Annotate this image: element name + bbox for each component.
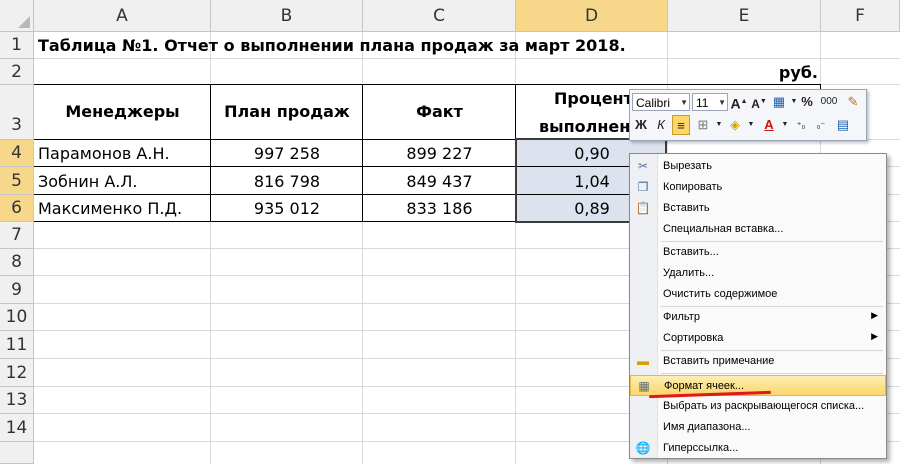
header-percent-line2[interactable]: выполнени: [539, 117, 642, 136]
header-fact[interactable]: Факт: [363, 102, 516, 121]
menu-item-delete[interactable]: Удалить...: [630, 263, 886, 284]
chevron-right-icon: ▶: [871, 310, 878, 320]
row-header-15[interactable]: [0, 442, 34, 464]
align-center-icon[interactable]: ≡: [672, 115, 690, 135]
shrink-font-button[interactable]: A▼: [750, 92, 768, 112]
menu-item-filter[interactable]: Фильтр ▶: [630, 307, 886, 328]
comment-icon: ▬: [637, 354, 649, 368]
row-header-8[interactable]: 8: [0, 249, 34, 276]
format-painter-icon[interactable]: ✎: [844, 92, 862, 112]
chevron-down-icon[interactable]: ▼: [742, 115, 760, 135]
unit-label[interactable]: руб.: [668, 63, 818, 82]
menu-item-pick-from-list[interactable]: Выбрать из раскрывающегося списка...: [630, 396, 886, 417]
font-size-value: 11: [696, 96, 709, 110]
table-cell[interactable]: Зобнин А.Л.: [38, 172, 137, 191]
font-size-select[interactable]: 11 ▼: [692, 93, 728, 111]
header-plan[interactable]: План продаж: [211, 102, 363, 121]
merge-center-icon[interactable]: ▤: [834, 115, 852, 135]
column-header-e[interactable]: E: [668, 0, 821, 32]
row-header-9[interactable]: 9: [0, 276, 34, 304]
column-header-a[interactable]: A: [34, 0, 211, 32]
font-name-select[interactable]: Calibri ▼: [632, 93, 690, 111]
percent-style-button[interactable]: %: [798, 92, 816, 112]
menu-item-sort[interactable]: Сортировка ▶: [630, 328, 886, 349]
header-percent[interactable]: Процент: [554, 89, 633, 108]
italic-button[interactable]: К: [652, 115, 670, 135]
column-header-f[interactable]: F: [821, 0, 900, 32]
context-menu: ✂ Вырезать ❐ Копировать 📋 Вставить Специ…: [629, 153, 887, 459]
column-header-d[interactable]: D: [516, 0, 668, 32]
menu-item-name-range[interactable]: Имя диапазона...: [630, 417, 886, 438]
row-header-6[interactable]: 6: [0, 195, 34, 222]
row-header-12[interactable]: 12: [0, 359, 34, 387]
row-header-2[interactable]: 2: [0, 59, 34, 85]
row-header-3[interactable]: 3: [0, 85, 34, 140]
row-header-5[interactable]: 5: [0, 167, 34, 195]
table-cell[interactable]: 935 012: [211, 199, 363, 218]
globe-icon: 🌐: [635, 441, 651, 455]
font-name-value: Calibri: [636, 96, 671, 110]
menu-item-hyperlink[interactable]: 🌐 Гиперссылка...: [630, 438, 886, 459]
increase-decimal-icon[interactable]: ⁺₀: [792, 115, 810, 135]
row-header-13[interactable]: 13: [0, 387, 34, 414]
chevron-down-icon: ▼: [680, 98, 688, 107]
table-cell[interactable]: 833 186: [363, 199, 516, 218]
paste-icon: 📋: [635, 201, 651, 215]
scissors-icon: ✂: [637, 159, 649, 173]
decrease-decimal-icon[interactable]: ₀⁻: [812, 115, 830, 135]
bold-button[interactable]: Ж: [632, 115, 650, 135]
column-header-c[interactable]: C: [363, 0, 516, 32]
format-cells-icon: ▦: [638, 379, 650, 393]
menu-item-clear-contents[interactable]: Очистить содержимое: [630, 284, 886, 305]
table-title[interactable]: Таблица №1. Отчет о выполнении плана про…: [38, 36, 626, 55]
chevron-down-icon: ▼: [718, 98, 726, 107]
row-header-14[interactable]: 14: [0, 414, 34, 442]
chevron-right-icon: ▶: [871, 331, 878, 341]
menu-item-insert-comment[interactable]: ▬ Вставить примечание: [630, 351, 886, 372]
table-cell[interactable]: 849 437: [363, 172, 516, 191]
menu-item-paste[interactable]: 📋 Вставить: [630, 198, 886, 219]
menu-item-copy[interactable]: ❐ Копировать: [630, 177, 886, 198]
row-header-10[interactable]: 10: [0, 304, 34, 331]
copy-icon: ❐: [637, 180, 649, 194]
column-header-b[interactable]: B: [211, 0, 363, 32]
table-cell[interactable]: Парамонов А.Н.: [38, 144, 170, 163]
row-header-4[interactable]: 4: [0, 140, 34, 167]
grow-font-button[interactable]: A▲: [730, 92, 748, 112]
table-cell[interactable]: 816 798: [211, 172, 363, 191]
menu-item-paste-special[interactable]: Специальная вставка...: [630, 219, 886, 240]
menu-item-insert[interactable]: Вставить...: [630, 242, 886, 263]
table-cell[interactable]: Максименко П.Д.: [38, 199, 182, 218]
select-all-corner[interactable]: [0, 0, 34, 32]
row-header-7[interactable]: 7: [0, 222, 34, 249]
header-managers[interactable]: Менеджеры: [34, 102, 211, 121]
row-header-1[interactable]: 1: [0, 32, 34, 59]
table-cell[interactable]: 899 227: [363, 144, 516, 163]
thousands-separator-button[interactable]: 000: [818, 92, 840, 112]
table-cell[interactable]: 997 258: [211, 144, 363, 163]
menu-item-cut[interactable]: ✂ Вырезать: [630, 156, 886, 177]
mini-toolbar: Calibri ▼ 11 ▼ A▲ A▼ ▦ ▼ % 000 ✎ Ж К ≡ ⊞…: [629, 89, 867, 141]
row-header-11[interactable]: 11: [0, 331, 34, 359]
